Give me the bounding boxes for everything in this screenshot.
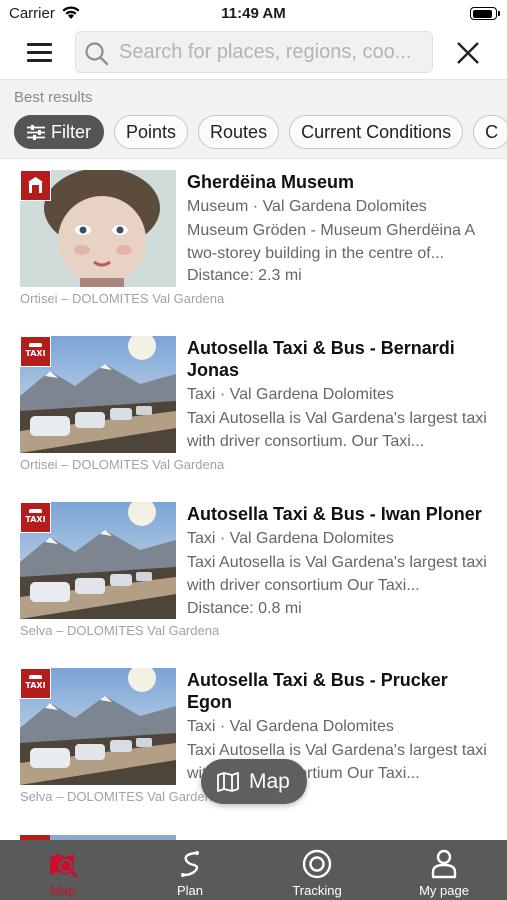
item-distance: Distance: 2.3 mi	[187, 267, 302, 284]
tab-map-label: Map	[50, 883, 76, 898]
item-location: Ortisei – DOLOMITES Val Gardena	[20, 291, 225, 306]
search-field[interactable]	[75, 31, 433, 73]
menu-button[interactable]	[16, 38, 64, 68]
map-search-icon	[50, 854, 78, 878]
item-distance: Distance: 0.8 mi	[187, 600, 302, 617]
chip-current-conditions[interactable]: Current Conditions	[289, 115, 464, 149]
battery-icon	[470, 7, 500, 20]
filter-chips: Filter Points Routes Current Conditions C	[14, 115, 507, 149]
item-title: Autosella Taxi & Bus - Iwan Ploner	[187, 504, 482, 524]
taxi-icon: TAXI	[20, 502, 51, 533]
search-header	[0, 28, 507, 78]
item-location: Ortisei – DOLOMITES Val Gardena	[20, 457, 225, 472]
folded-map-icon	[217, 772, 239, 792]
tab-my-page-label: My page	[419, 883, 469, 898]
chip-filter[interactable]: Filter	[14, 115, 104, 149]
item-thumbnail: TAXI	[20, 668, 176, 785]
list-item[interactable]: TAXI Autosella Taxi & Bus - Iwan Ploner …	[0, 492, 507, 658]
tab-tracking-label: Tracking	[292, 883, 342, 898]
chip-filter-label: Filter	[51, 122, 91, 142]
search-input[interactable]	[119, 38, 427, 66]
item-thumbnail	[20, 170, 176, 287]
taxi-icon: TAXI	[20, 336, 51, 367]
item-location: Selva – DOLOMITES Val Gardena	[20, 623, 220, 638]
chip-points[interactable]: Points	[114, 115, 189, 149]
map-toggle-button[interactable]: Map	[201, 759, 307, 804]
item-subtitle: Taxi · Val Gardena Dolomites	[187, 718, 394, 735]
item-title: Gherdëina Museum	[187, 172, 355, 192]
item-description: Museum Gröden - Museum Gherdëina A two-s…	[187, 222, 475, 262]
tab-bar: Map Plan Tracking My page	[0, 840, 507, 900]
item-subtitle: Museum · Val Gardena Dolomites	[187, 198, 427, 215]
tab-map[interactable]: Map	[0, 840, 126, 900]
item-description: Taxi Autosella is Val Gardena's largest …	[187, 554, 487, 594]
chip-routes[interactable]: Routes	[198, 115, 280, 149]
map-button-label: Map	[249, 770, 290, 793]
tracking-icon	[302, 849, 332, 879]
item-description: Taxi Autosella is Val Gardena's largest …	[187, 410, 487, 450]
tab-plan-label: Plan	[176, 883, 204, 898]
taxi-icon: TAXI	[20, 668, 51, 699]
item-location: Selva – DOLOMITES Val Gardena	[20, 789, 220, 804]
tab-my-page[interactable]: My page	[381, 840, 507, 900]
search-icon	[84, 41, 110, 72]
tab-plan[interactable]: Plan	[127, 840, 253, 900]
hamburger-icon	[27, 43, 52, 46]
filter-sliders-icon	[27, 125, 45, 140]
route-plan-icon	[181, 851, 199, 877]
tab-tracking[interactable]: Tracking	[254, 840, 380, 900]
item-title: Autosella Taxi & Bus - Prucker Egon	[187, 670, 448, 712]
museum-icon	[20, 170, 51, 201]
item-title: Autosella Taxi & Bus - Bernardi Jonas	[187, 338, 455, 380]
user-icon	[431, 849, 457, 879]
list-item[interactable]	[0, 833, 507, 840]
close-icon	[457, 42, 479, 64]
list-item[interactable]: Gherdëina Museum Museum · Val Gardena Do…	[0, 160, 507, 320]
status-bar: Carrier 11:49 AM	[0, 0, 507, 28]
item-subtitle: Taxi · Val Gardena Dolomites	[187, 530, 394, 547]
chip-more[interactable]: C	[473, 115, 507, 149]
list-item[interactable]: TAXI Autosella Taxi & Bus - Bernardi Jon…	[0, 326, 507, 492]
item-thumbnail: TAXI	[20, 336, 176, 453]
results-filter-bar: Best results Filter Points Routes Current C…	[0, 79, 507, 159]
clock: 11:49 AM	[221, 5, 286, 22]
results-label: Best results	[14, 89, 93, 106]
item-thumbnail: TAXI	[20, 502, 176, 619]
item-subtitle: Taxi · Val Gardena Dolomites	[187, 386, 394, 403]
close-button[interactable]	[452, 38, 484, 68]
